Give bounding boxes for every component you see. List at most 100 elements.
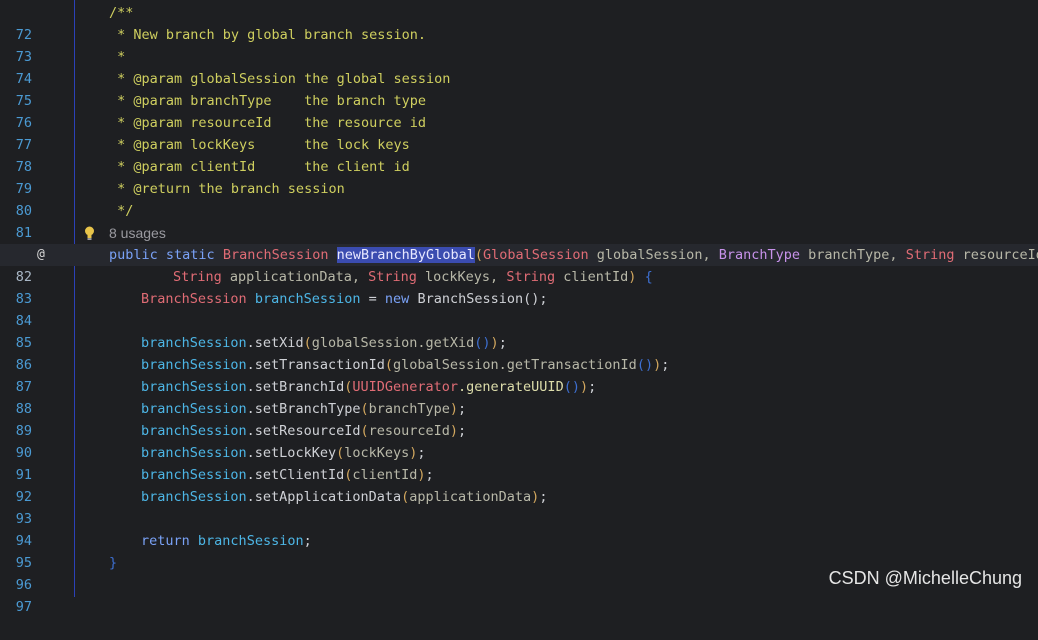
code-line[interactable]: 81 */ <box>0 200 1038 241</box>
argument: globalSession.getXid <box>311 335 475 351</box>
paren: ) <box>628 269 637 285</box>
type: BranchSession <box>141 291 247 307</box>
keyword: static <box>165 247 215 263</box>
at-icon[interactable]: @ <box>37 244 45 266</box>
brace: { <box>644 269 653 285</box>
semicolon: ; <box>588 379 597 395</box>
code-line[interactable]: 89 branchSession.setBranchType(branchTyp… <box>0 398 1038 439</box>
code-line[interactable]: 85 <box>0 310 1038 351</box>
statement: branchSession.setLockKey(lockKeys); <box>141 442 426 464</box>
type: BranchType <box>718 247 800 263</box>
code-line[interactable]: 73 * New branch by global branch session… <box>0 24 1038 65</box>
argument: branchType <box>368 401 450 417</box>
code-line-current[interactable]: 82 @ public static BranchSession newBran… <box>0 244 1038 285</box>
constructor: BranchSession <box>417 291 524 307</box>
lightbulb-icon[interactable] <box>84 226 95 240</box>
code-line[interactable]: 95 return branchSession; <box>0 530 1038 571</box>
code-line[interactable]: 72 /** <box>0 2 1038 43</box>
type: String <box>368 269 417 285</box>
paren: ) <box>490 335 499 351</box>
semicolon: ; <box>303 533 312 549</box>
doc-comment: * @param branchType the branch type <box>109 93 426 109</box>
statement: branchSession.setResourceId(resourceId); <box>141 420 466 442</box>
semicolon: ; <box>417 445 426 461</box>
inlay-hint-row: 8 usages <box>0 222 1038 244</box>
semicolon: ; <box>425 467 434 483</box>
argument: .generateUUID <box>458 379 564 395</box>
doc-comment: */ <box>109 203 134 219</box>
argument: lockKeys <box>344 445 410 461</box>
type: String <box>506 269 556 285</box>
param: resourceId, <box>962 247 1038 263</box>
code-line[interactable]: 86 branchSession.setXid(globalSession.ge… <box>0 332 1038 373</box>
semicolon: ; <box>458 401 467 417</box>
variable: branchSession <box>141 467 247 483</box>
paren: () <box>636 357 654 373</box>
paren: ( <box>336 445 345 461</box>
semicolon: ; <box>458 423 467 439</box>
code-line[interactable]: 74 * <box>0 46 1038 87</box>
variable: branchSession <box>141 379 247 395</box>
statement: branchSession.setBranchType(branchType); <box>141 398 466 420</box>
code-editor[interactable]: 72 /** 73 * New branch by global branch … <box>0 0 1038 615</box>
doc-comment: * @param clientId the client id <box>109 159 410 175</box>
type: String <box>173 269 222 285</box>
code-line[interactable]: 93 branchSession.setApplicationData(appl… <box>0 486 1038 527</box>
code-line[interactable]: 90 branchSession.setResourceId(resourceI… <box>0 420 1038 461</box>
code-line[interactable]: 80 * @return the branch session <box>0 178 1038 219</box>
variable: branchSession <box>141 445 247 461</box>
code-line[interactable]: 75 * @param globalSession the global ses… <box>0 68 1038 109</box>
param: globalSession, <box>596 247 711 263</box>
statement: branchSession.setClientId(clientId); <box>141 464 434 486</box>
class-name: UUIDGenerator <box>352 379 459 395</box>
code-line[interactable]: 94 <box>0 508 1038 549</box>
paren: ( <box>303 335 312 351</box>
doc-comment: * @return the branch session <box>109 181 345 197</box>
variable: branchSession <box>141 401 247 417</box>
code-line[interactable]: 92 branchSession.setClientId(clientId); <box>0 464 1038 505</box>
paren: ( <box>360 423 369 439</box>
code-line[interactable]: 83 String applicationData, String lockKe… <box>0 266 1038 307</box>
code-line[interactable]: 84 BranchSession branchSession = new Bra… <box>0 288 1038 329</box>
keyword: return <box>141 533 190 549</box>
doc-comment: * New branch by global branch session. <box>109 27 426 43</box>
method-call: .setTransactionId <box>246 357 385 373</box>
code-line[interactable]: 79 * @param clientId the client id <box>0 156 1038 197</box>
method-call: .setBranchType <box>246 401 361 417</box>
paren: ( <box>384 357 393 373</box>
selected-method-name[interactable]: newBranchByGlobal <box>336 247 475 263</box>
variable: branchSession <box>141 423 247 439</box>
semicolon: ; <box>539 489 548 505</box>
code-line[interactable]: 76 * @param branchType the branch type <box>0 90 1038 131</box>
method-call: .setResourceId <box>246 423 361 439</box>
method-signature-cont: String applicationData, String lockKeys,… <box>173 266 653 288</box>
method-signature: public static BranchSession newBranchByG… <box>109 244 1038 266</box>
paren: ) <box>417 467 426 483</box>
code-line[interactable]: 88 branchSession.setBranchId(UUIDGenerat… <box>0 376 1038 417</box>
argument: globalSession.getTransactionId <box>392 357 637 373</box>
statement: branchSession.setApplicationData(applica… <box>141 486 547 508</box>
semicolon: ; <box>498 335 507 351</box>
code-line[interactable]: 91 branchSession.setLockKey(lockKeys); <box>0 442 1038 483</box>
code-line[interactable]: 77 * @param resourceId the resource id <box>0 112 1038 153</box>
statement: branchSession.setXid(globalSession.getXi… <box>141 332 507 354</box>
type: String <box>905 247 955 263</box>
doc-comment: * @param lockKeys the lock keys <box>109 137 410 153</box>
doc-comment: /** <box>109 5 134 21</box>
code-line[interactable]: 87 branchSession.setTransactionId(global… <box>0 354 1038 395</box>
variable: branchSession <box>141 335 247 351</box>
paren: ( <box>360 401 369 417</box>
method-call: .setApplicationData <box>246 489 402 505</box>
argument: applicationData <box>409 489 532 505</box>
return-statement: return branchSession; <box>141 530 312 552</box>
usages-hint[interactable]: 8 usages <box>109 222 166 244</box>
args: (); <box>523 291 548 307</box>
variable: branchSession <box>141 489 247 505</box>
param: clientId <box>563 269 629 285</box>
code-line[interactable]: 78 * @param lockKeys the lock keys <box>0 134 1038 175</box>
variable: branchSession <box>254 291 361 307</box>
watermark: CSDN @MichelleChung <box>828 568 1022 588</box>
param: branchType, <box>808 247 898 263</box>
param: applicationData, <box>229 269 360 285</box>
param: lockKeys, <box>425 269 499 285</box>
